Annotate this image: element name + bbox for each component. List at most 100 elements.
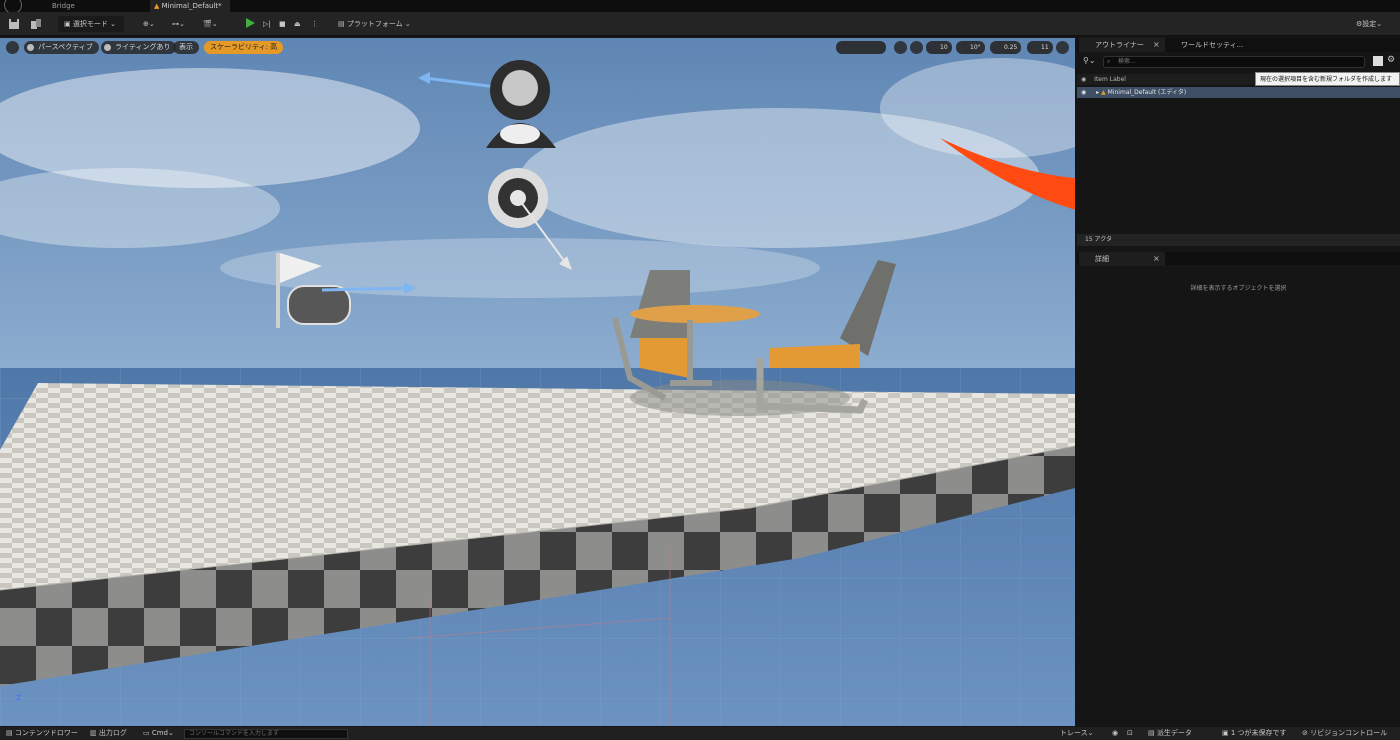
chevron-down-icon: ⌄ (1376, 20, 1383, 28)
unsaved-label: 1 つが未保存です (1230, 729, 1287, 737)
details-tab-bar: 詳細 × (1077, 252, 1400, 266)
level-icon: ▲ (1101, 89, 1106, 96)
search-icon: ⌕ (1107, 58, 1111, 65)
camera-speed-button[interactable]: 11 (1027, 41, 1053, 54)
outliner-search-row: ⚲⌄ ⌕ 検索... ⚙ (1077, 54, 1400, 70)
cinematics-icon[interactable]: 🎬⌄ (203, 16, 218, 32)
status-bar: ▤ コンテンツドロワー ▥ 出力ログ ▭ Cmd⌄ コンソールコマンドを入力しま… (0, 727, 1400, 740)
show-button[interactable]: 表示 (173, 41, 199, 54)
world-space-icon[interactable] (894, 41, 907, 54)
selection-mode-button[interactable]: ▣ 選択モード ⌄ (58, 16, 124, 32)
select-mode-icon: ▣ (64, 20, 73, 28)
chevron-down-icon: ⌄ (168, 729, 174, 737)
lighting-label: ライティングあり (115, 43, 171, 51)
tab-outliner[interactable]: アウトライナー × (1079, 38, 1165, 52)
cmd-icon: ▭ (143, 729, 152, 737)
platform-label: プラットフォーム (346, 20, 403, 28)
settings-button[interactable]: ⚙設定⌄ (1356, 16, 1382, 32)
platform-icon: ▤ (338, 20, 347, 28)
axis-indicator: Z (16, 694, 21, 702)
grid-snap-button[interactable]: 10 (926, 41, 952, 54)
blueprint-icon[interactable]: ⊶⌄ (172, 16, 185, 32)
tab-world-settings[interactable]: ワールドセッティ... (1165, 38, 1255, 52)
transform-tools[interactable] (836, 41, 886, 54)
content-drawer-button[interactable]: ▤ コンテンツドロワー (6, 727, 78, 740)
title-bar: Bridge ▲ Minimal_Default* (0, 0, 1400, 14)
chevron-down-icon: ⌄ (1087, 729, 1094, 737)
gear-icon[interactable]: ⚙ (1387, 55, 1395, 65)
trace-button[interactable]: トレース⌄ (1060, 727, 1094, 740)
content-drawer-icon: ▤ (6, 729, 15, 737)
close-icon[interactable]: × (1153, 252, 1160, 266)
actor-count: 15 アクタ (1077, 234, 1400, 246)
scalability-button[interactable]: スケーラビリティ: 高 (204, 41, 284, 54)
eject-icon[interactable]: ⏏ (294, 16, 301, 32)
lighting-icon (104, 44, 111, 51)
outliner-tab-bar: アウトライナー × ワールドセッティ... (1077, 38, 1400, 52)
scale-snap-button[interactable]: 0.25 (990, 41, 1022, 54)
tree-item-label: Minimal_Default (エディタ) (1107, 89, 1187, 96)
revision-control-label: リビジョンコントロール (1310, 729, 1388, 737)
screenshot-icon[interactable]: ⊡ (1127, 727, 1133, 740)
details-label: 詳細 (1095, 255, 1109, 263)
new-folder-tooltip: 現在の選択項目を含む新規フォルダを作成します (1255, 72, 1400, 86)
output-log-button[interactable]: ▥ 出力ログ (90, 727, 127, 740)
perspective-label: パースペクティブ (38, 43, 93, 51)
output-log-label: 出力ログ (98, 729, 127, 737)
visibility-icon: ◉ (1081, 76, 1087, 83)
viewport-menu-button[interactable] (6, 41, 19, 54)
level-icon: ▲ (154, 2, 162, 10)
viewport-scene (0, 38, 1075, 726)
derived-data-label: 派生データ (1156, 729, 1192, 737)
level-viewport[interactable]: パースペクティブ ライティングあり 表示 スケーラビリティ: 高 10 10° … (0, 38, 1075, 726)
close-icon[interactable]: × (1153, 38, 1160, 52)
camera-icon (27, 44, 34, 51)
perspective-button[interactable]: パースペクティブ (24, 41, 99, 54)
main-toolbar: ▣ 選択モード ⌄ ⊕⌄ ⊶⌄ 🎬⌄ ▷| ■ ⏏ ⋮ ▤ プラットフォーム ⌄… (0, 12, 1400, 36)
surface-snap-icon[interactable] (910, 41, 923, 54)
unsaved-icon: ▣ (1222, 729, 1231, 737)
details-empty-message: 詳細を表示するオブジェクトを選択 (1190, 285, 1287, 292)
play-icon[interactable] (246, 18, 255, 34)
selection-mode-label: 選択モード (72, 20, 108, 28)
output-log-icon: ▥ (90, 729, 99, 737)
save-icon[interactable] (8, 16, 20, 32)
new-folder-icon[interactable] (1373, 56, 1383, 66)
cmd-button[interactable]: ▭ Cmd⌄ (143, 727, 174, 740)
search-placeholder: 検索... (1118, 58, 1136, 65)
outliner-search-input[interactable]: ⌕ 検索... (1103, 56, 1365, 68)
rotation-snap-button[interactable]: 10° (956, 41, 985, 54)
add-actor-icon[interactable]: ⊕⌄ (143, 16, 155, 32)
expand-arrow-icon[interactable]: ▸ (1096, 89, 1099, 96)
tab-bridge[interactable]: Bridge (52, 0, 75, 12)
content-drawer-label: コンテンツドロワー (14, 729, 78, 737)
revision-control-button[interactable]: ⊘ リビジョンコントロール (1302, 727, 1387, 740)
eye-icon[interactable]: ◉ (1081, 89, 1086, 96)
browse-icon[interactable] (30, 16, 42, 32)
settings-label: 設定 (1362, 20, 1377, 28)
tab-level-label: Minimal_Default* (161, 2, 222, 10)
cmd-label: Cmd (151, 729, 168, 737)
right-panel: アウトライナー × ワールドセッティ... ⚲⌄ ⌕ 検索... ⚙ ◉ Ite… (1077, 38, 1400, 726)
outliner-tree-row[interactable]: ◉ ▸ ▲ Minimal_Default (エディタ) (1077, 87, 1400, 98)
chevron-down-icon: ⌄ (107, 20, 116, 28)
platform-button[interactable]: ▤ プラットフォーム ⌄ (338, 16, 411, 32)
derived-data-icon: ▤ (1148, 729, 1157, 737)
trace-label: トレース (1060, 729, 1088, 737)
tab-details[interactable]: 詳細 × (1079, 252, 1165, 266)
stop-icon[interactable]: ■ (279, 16, 286, 32)
unsaved-button[interactable]: ▣ 1 つが未保存です (1222, 727, 1287, 740)
derived-data-button[interactable]: ▤ 派生データ (1148, 727, 1192, 740)
step-icon[interactable]: ▷| (263, 16, 271, 32)
chevron-down-icon: ⌄ (402, 20, 411, 28)
revision-icon: ⊘ (1302, 729, 1311, 737)
record-icon[interactable]: ◉ (1112, 727, 1118, 740)
more-options-icon[interactable]: ⋮ (311, 16, 318, 32)
lighting-button[interactable]: ライティングあり (101, 41, 177, 54)
console-input[interactable]: コンソールコマンドを入力します (184, 729, 348, 739)
item-label-column[interactable]: Item Label (1094, 76, 1126, 83)
world-settings-label: ワールドセッティ... (1181, 41, 1244, 49)
maximize-viewport-icon[interactable] (1056, 41, 1069, 54)
filter-icon[interactable]: ⚲⌄ (1083, 56, 1096, 65)
tab-level[interactable]: ▲ Minimal_Default* (150, 0, 230, 12)
